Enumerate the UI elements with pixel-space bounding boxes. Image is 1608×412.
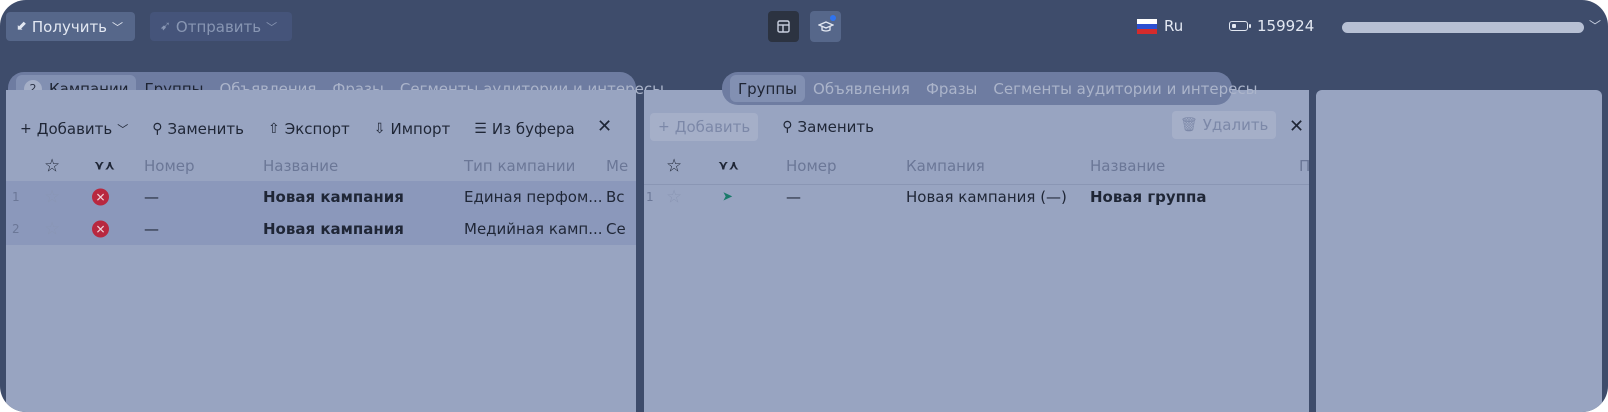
table-row[interactable]: 2 ☆ ✕ — Новая кампания Медийная камп... … [6, 213, 636, 245]
notification-dot [830, 15, 836, 21]
row-name: Новая группа [1090, 188, 1207, 206]
row-campaign: Новая кампания (—) [906, 188, 1067, 206]
chevron-down-icon: ﹀ [266, 20, 278, 34]
row-more: Се [606, 220, 626, 238]
send-button[interactable]: ➹ Отправить ﹀ [150, 12, 292, 41]
from-buffer-label: Из буфера [491, 120, 575, 138]
column-name[interactable]: Название [263, 157, 338, 175]
replace-label: Заменить [797, 118, 875, 136]
row-number: — [786, 188, 801, 206]
row-index: 1 [646, 190, 654, 204]
search-icon: ⚲ [152, 121, 163, 137]
search-icon: ⚲ [782, 119, 793, 135]
send-button-label: Отправить [175, 17, 262, 36]
battery-icon [1229, 21, 1251, 31]
groups-table-header: ☆ ⋎⋏ Номер Кампания Название П [644, 148, 1309, 185]
row-index: 2 [12, 222, 20, 236]
groups-panel-tabs: Группы Объявления Фразы Сегменты аудитор… [722, 72, 1257, 105]
upload-icon: ⇧ [268, 121, 280, 137]
column-more[interactable]: П [1299, 157, 1309, 175]
campaigns-table-header: ☆ ⋎⋏ Номер Название Тип кампании Ме [6, 148, 636, 185]
add-button[interactable]: + Добавить [650, 113, 759, 141]
table-row[interactable]: 1 ☆ ✕ — Новая кампания Единая перфом... … [6, 181, 636, 214]
tab-phrases[interactable]: Фразы [918, 75, 985, 102]
account-selector[interactable] [1342, 22, 1584, 33]
row-number: — [144, 188, 159, 206]
active-status-icon: ➤ [722, 189, 733, 205]
download-icon: ⇩ [373, 121, 386, 137]
tab-ads[interactable]: Объявления [805, 75, 918, 102]
from-buffer-button[interactable]: ☰ Из буфера [474, 120, 574, 138]
graduation-cap-icon [817, 20, 834, 32]
close-icon[interactable]: ✕ [597, 116, 612, 137]
layout-button[interactable] [768, 11, 799, 42]
send-arrow-icon: ➹ [160, 19, 171, 34]
get-button[interactable]: ⬋ Получить ﹀ [6, 12, 135, 41]
close-icon[interactable]: ✕ [1289, 116, 1304, 137]
add-button[interactable]: + Добавить ﹀ [20, 120, 128, 138]
app-window: ⬋ Получить ﹀ ➹ Отправить ﹀ Ru 159924 ﹀ 2 [0, 0, 1608, 412]
status-toggle-icon[interactable]: ⋎⋏ [94, 159, 115, 174]
receive-arrow-icon: ⬋ [16, 19, 27, 34]
replace-button[interactable]: ⚲ Заменить [152, 120, 244, 138]
russia-flag-icon [1137, 18, 1157, 34]
add-label: Добавить [674, 118, 751, 136]
campaigns-toolbar: + Добавить ﹀ ⚲ Заменить ⇧ Экспорт ⇩ Импо… [20, 113, 636, 145]
row-name: Новая кампания [263, 220, 404, 238]
layout-icon [777, 20, 790, 33]
chevron-down-icon[interactable]: ﹀ [1589, 17, 1601, 34]
details-panel [1316, 90, 1602, 412]
row-type: Единая перфом... [464, 188, 603, 206]
star-icon[interactable]: ☆ [666, 187, 682, 208]
row-type: Медийная камп... [464, 220, 603, 238]
add-label: Добавить [36, 120, 113, 138]
replace-label: Заменить [167, 120, 245, 138]
language-label: Ru [1164, 17, 1184, 35]
status-toggle-icon[interactable]: ⋎⋏ [718, 159, 739, 174]
units-value: 159924 [1257, 17, 1315, 35]
plus-icon: + [658, 119, 670, 135]
error-status-icon: ✕ [92, 220, 109, 238]
replace-button[interactable]: ⚲ Заменить [782, 118, 874, 136]
column-campaign[interactable]: Кампания [906, 157, 985, 175]
column-name[interactable]: Название [1090, 157, 1165, 175]
language-switcher[interactable]: Ru [1137, 17, 1183, 35]
plus-icon: + [20, 121, 32, 137]
column-number[interactable]: Номер [144, 157, 195, 175]
star-icon[interactable]: ☆ [666, 156, 682, 177]
column-type[interactable]: Тип кампании [464, 157, 575, 175]
export-button[interactable]: ⇧ Экспорт [268, 120, 350, 138]
learning-button[interactable] [810, 11, 841, 42]
export-label: Экспорт [284, 120, 350, 138]
star-icon[interactable]: ☆ [44, 219, 60, 240]
delete-label: Удалить [1202, 116, 1269, 134]
delete-button[interactable]: 🗑 Удалить [1172, 111, 1277, 139]
get-button-label: Получить [31, 17, 108, 36]
column-more[interactable]: Ме [606, 157, 628, 175]
tab-groups[interactable]: Группы [730, 75, 806, 102]
table-row[interactable]: 1 ☆ ➤ — Новая кампания (—) Новая группа [644, 181, 1309, 213]
tab-audience-segments[interactable]: Сегменты аудитории и интересы [985, 75, 1265, 102]
trash-icon: 🗑 [1180, 117, 1198, 133]
paste-list-icon: ☰ [474, 121, 487, 137]
row-index: 1 [12, 190, 20, 204]
units-indicator: 159924 [1229, 17, 1314, 35]
import-label: Импорт [390, 120, 451, 138]
groups-panel: + Добавить ⚲ Заменить 🗑 Удалить ✕ ☆ ⋎⋏ Н… [644, 90, 1309, 412]
star-icon[interactable]: ☆ [44, 156, 60, 177]
column-number[interactable]: Номер [786, 157, 837, 175]
campaigns-panel: + Добавить ﹀ ⚲ Заменить ⇧ Экспорт ⇩ Импо… [6, 90, 636, 412]
star-icon[interactable]: ☆ [44, 187, 60, 208]
import-button[interactable]: ⇩ Импорт [374, 120, 451, 138]
row-more: Вс [606, 188, 625, 206]
chevron-down-icon: ﹀ [112, 20, 124, 34]
error-status-icon: ✕ [92, 188, 109, 206]
chevron-down-icon: ﹀ [117, 123, 129, 136]
row-name: Новая кампания [263, 188, 404, 206]
row-number: — [144, 220, 159, 238]
